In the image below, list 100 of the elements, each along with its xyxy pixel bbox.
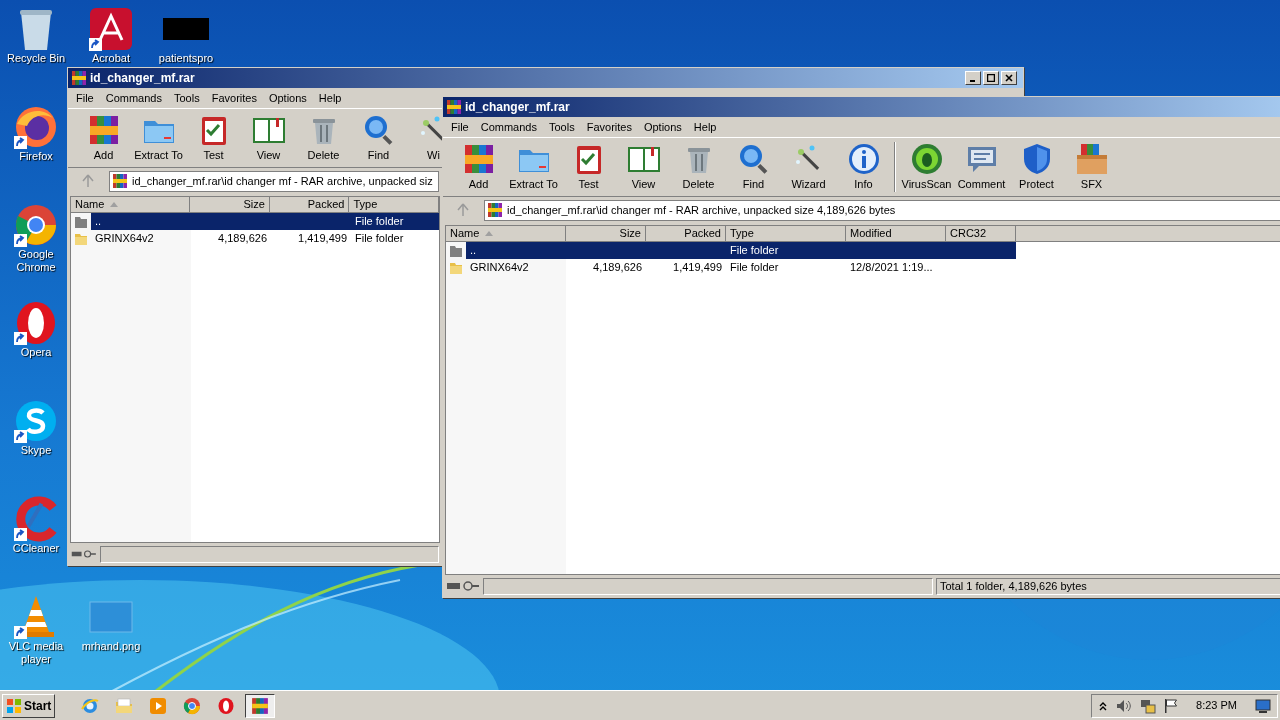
- toolbar-button[interactable]: Wizard: [781, 141, 836, 193]
- desktop-icon[interactable]: Firefox: [5, 104, 67, 163]
- column-header[interactable]: Modified: [846, 226, 946, 242]
- table-cell-text: ..: [95, 214, 102, 230]
- menu-item[interactable]: Options: [637, 118, 688, 136]
- desktop-icon-label: patientspro: [158, 52, 214, 65]
- box-icon: [1074, 141, 1109, 176]
- toolbar-button[interactable]: Test: [186, 112, 241, 164]
- sort-arrow-icon: [485, 231, 494, 236]
- table-cell-text: 4,189,626: [218, 231, 267, 247]
- desktop-icon[interactable]: patientspro: [155, 6, 217, 65]
- toolbar-button[interactable]: Delete: [296, 112, 351, 164]
- table-cell-text: 12/8/2021 1:19...: [850, 260, 933, 276]
- parent-folder-icon: [449, 243, 463, 258]
- toolbar-button[interactable]: Add: [451, 141, 506, 193]
- toolbar-button[interactable]: Wi: [406, 112, 442, 164]
- brush-logo-icon: [13, 496, 59, 542]
- toolbar-button[interactable]: View: [616, 141, 671, 193]
- start-button[interactable]: Start: [2, 693, 56, 718]
- column-header[interactable]: Type: [726, 226, 846, 242]
- window-title: id_changer_mf.rar: [465, 99, 570, 116]
- drive-key-icon: [71, 548, 97, 560]
- desktop-icon-label: mrhand.png: [81, 640, 141, 653]
- toolbar-button[interactable]: Test: [561, 141, 616, 193]
- menu-item[interactable]: File: [445, 118, 475, 136]
- desktop-icon[interactable]: Acrobat: [80, 6, 142, 65]
- menu-item[interactable]: File: [70, 89, 100, 107]
- menu-item[interactable]: Commands: [99, 89, 168, 107]
- toolbar-button[interactable]: Delete: [671, 141, 726, 193]
- chat-app-icon: [13, 398, 59, 444]
- menu-item[interactable]: Favorites: [580, 118, 638, 136]
- column-header[interactable]: Name: [446, 226, 566, 242]
- flag-icon[interactable]: [1164, 697, 1179, 714]
- chevron-up-icon[interactable]: [1098, 700, 1109, 711]
- menu-item[interactable]: Commands: [474, 118, 543, 136]
- maximize-icon: [987, 74, 995, 82]
- desktop-icon-label: CCleaner: [12, 542, 60, 555]
- toolbar-button[interactable]: Find: [351, 112, 406, 164]
- close-icon: [1005, 74, 1013, 82]
- address-field[interactable]: id_changer_mf.rar\id changer mf - RAR archive, unpacked size 4,189,626 bytes: [484, 199, 1280, 221]
- table-cell-text: File folder: [730, 243, 779, 259]
- info-icon: [846, 141, 881, 176]
- toolbar-button[interactable]: Comment: [954, 141, 1009, 193]
- desktop-icon-label: Opera: [20, 346, 52, 359]
- menu-item[interactable]: Help: [312, 89, 348, 107]
- archive-icon[interactable]: [245, 693, 276, 718]
- table-cell-text: File folder: [355, 214, 404, 230]
- parent-folder-icon: [74, 214, 88, 229]
- toolbar-button[interactable]: Find: [726, 141, 781, 193]
- maximize-button[interactable]: [983, 71, 999, 85]
- archive-icon: [487, 202, 503, 218]
- desktop-icon-label: Skype: [20, 444, 52, 457]
- toolbar-button[interactable]: VirusScan: [899, 141, 954, 193]
- address-field[interactable]: id_changer_mf.rar\id changer mf - RAR archive, unpacked siz: [109, 170, 439, 192]
- minimize-button[interactable]: [965, 71, 981, 85]
- file-row[interactable]: GRINX64v2 4,189,626 1,419,499 File folder: [71, 230, 439, 247]
- close-button[interactable]: [1001, 71, 1017, 85]
- column-header[interactable]: CRC32: [946, 226, 1016, 242]
- table-cell-text: 1,419,499: [673, 260, 722, 276]
- desktop-icon-label: Firefox: [19, 150, 53, 163]
- speaker-icon[interactable]: [1116, 698, 1133, 713]
- menu-item[interactable]: Options: [262, 89, 313, 107]
- column-header[interactable]: Name: [71, 197, 191, 213]
- desktop-icon-label: Recycle Bin: [6, 52, 66, 65]
- table-cell-text: ..: [470, 243, 477, 259]
- desktop-icon[interactable]: Opera: [5, 300, 67, 359]
- menu-item[interactable]: Tools: [543, 118, 581, 136]
- desktop-icon[interactable]: Recycle Bin: [5, 6, 67, 65]
- toolbar-button[interactable]: Info: [836, 141, 891, 193]
- fox-globe-icon: [13, 104, 59, 150]
- table-cell-text: GRINX64v2: [470, 260, 529, 276]
- column-header[interactable]: Type: [349, 197, 439, 213]
- column-header[interactable]: Size: [566, 226, 646, 242]
- table-cell-text: 4,189,626: [593, 260, 642, 276]
- file-row[interactable]: GRINX64v2 4,189,626 1,419,499 File folder 12/8/2021 1:19...: [446, 259, 1016, 276]
- drive-key-icon: [446, 580, 480, 592]
- toolbar-button[interactable]: View: [241, 112, 296, 164]
- toolbar-button[interactable]: Add: [76, 112, 131, 164]
- toolbar-button[interactable]: Extract To: [506, 141, 561, 193]
- archive-icon: [112, 173, 128, 189]
- desktop-icon[interactable]: CCleaner: [5, 496, 67, 555]
- toolbar-button[interactable]: SFX: [1064, 141, 1119, 193]
- desktop-icon[interactable]: Google Chrome: [5, 202, 67, 274]
- table-cell-text: File folder: [730, 260, 779, 276]
- menu-item[interactable]: Help: [687, 118, 723, 136]
- folder-icon: [449, 260, 463, 275]
- toolbar-button[interactable]: Protect: [1009, 141, 1064, 193]
- network-icon[interactable]: [1140, 697, 1157, 714]
- show-desktop-icon[interactable]: [1255, 698, 1271, 713]
- desktop-icon[interactable]: Skype: [5, 398, 67, 457]
- toolbar-button[interactable]: Extract To: [131, 112, 186, 164]
- menu-item[interactable]: Favorites: [205, 89, 263, 107]
- archive-icon: [71, 70, 87, 86]
- archive-icon: [446, 99, 462, 115]
- browser-icon: [13, 202, 59, 248]
- menu-item[interactable]: Tools: [168, 89, 206, 107]
- folder-icon: [74, 231, 88, 246]
- column-header[interactable]: Size: [190, 197, 270, 213]
- column-header[interactable]: Packed: [269, 197, 350, 213]
- column-header[interactable]: Packed: [646, 226, 726, 242]
